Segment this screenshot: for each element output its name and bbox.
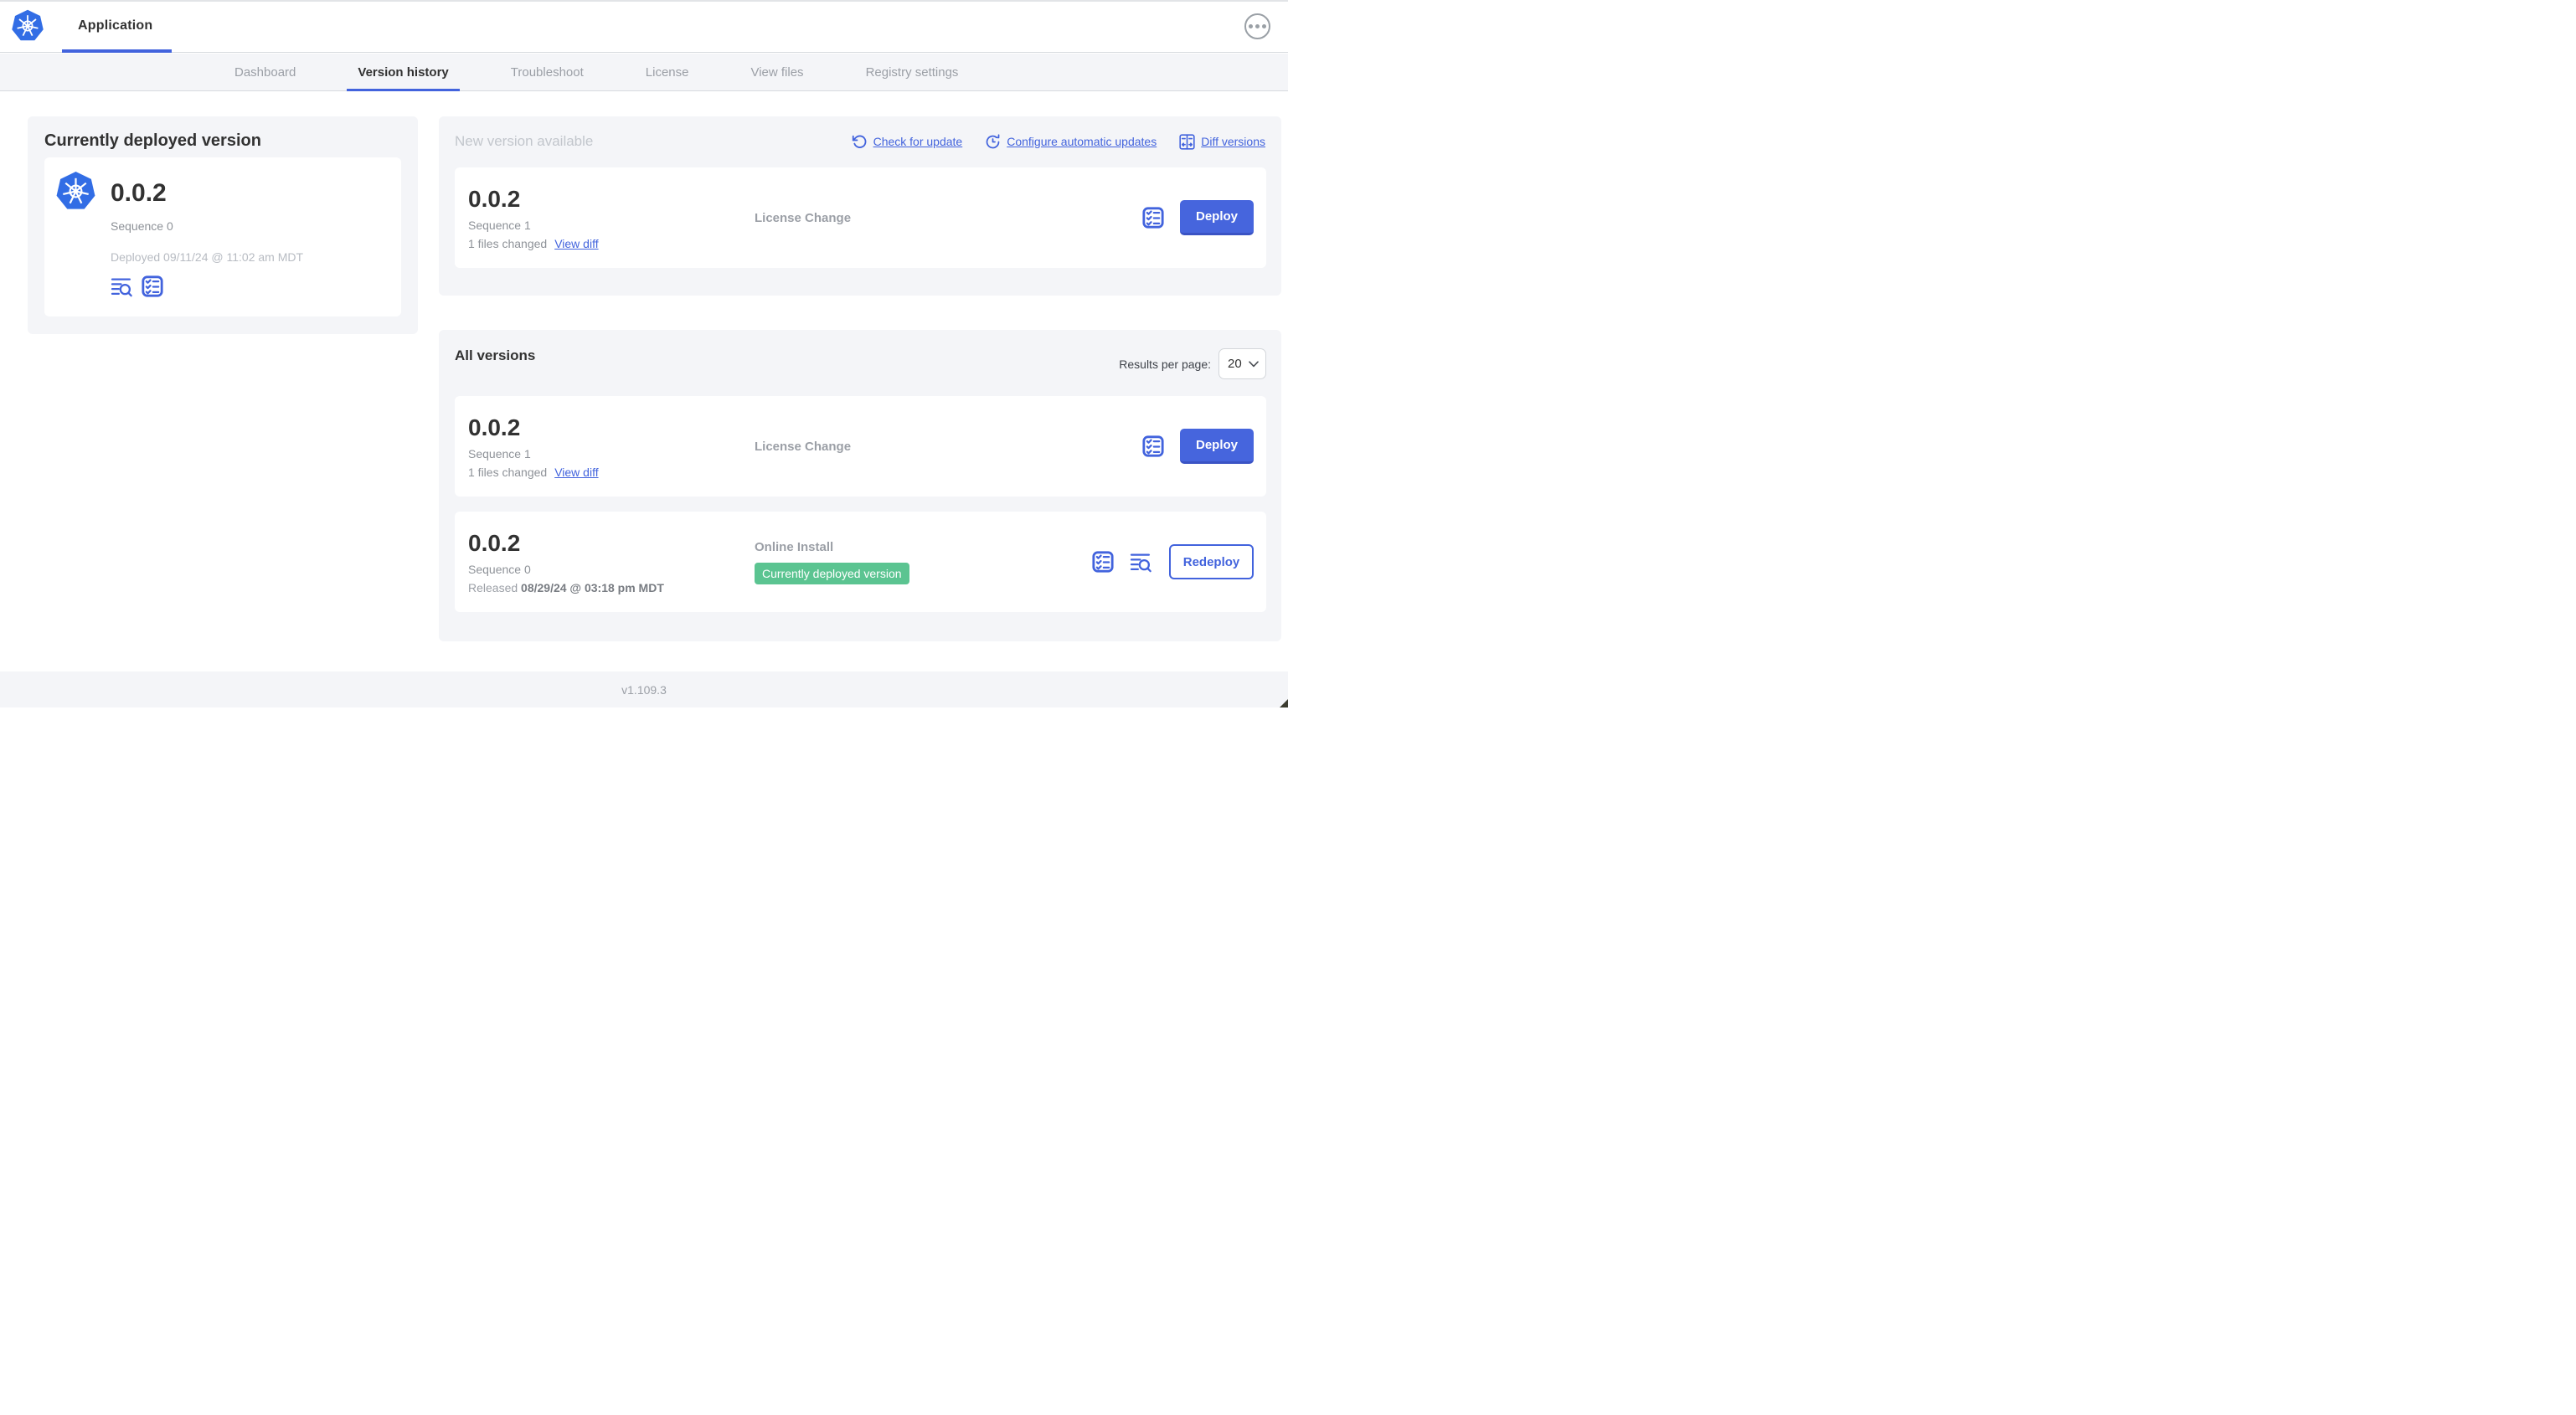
schedule-icon (986, 133, 1000, 148)
version-config-checklist-icon[interactable] (142, 275, 163, 297)
version-config-checklist-icon[interactable] (1092, 551, 1114, 573)
page-footer: v1.109.3 (0, 671, 1288, 708)
version-label: 0.0.2 (468, 414, 521, 440)
sequence-label: Sequence 1 (468, 218, 531, 232)
deploy-button[interactable]: Deploy (1180, 200, 1254, 235)
check-for-update-link[interactable]: Check for update (852, 134, 962, 150)
ellipsis-menu-icon[interactable] (1244, 13, 1270, 39)
tab-troubleshoot[interactable]: Troubleshoot (511, 54, 584, 90)
results-per-page-select[interactable]: 20 (1218, 348, 1266, 379)
sequence-label: Sequence 0 (468, 562, 531, 576)
redeploy-button[interactable]: Redeploy (1169, 544, 1254, 579)
deploy-logs-icon[interactable] (111, 276, 134, 297)
tab-dashboard[interactable]: Dashboard (234, 54, 296, 90)
sequence-label: Sequence 1 (468, 446, 531, 461)
version-label: 0.0.2 (468, 529, 521, 556)
released-timestamp: Released 08/29/24 @ 03:18 pm MDT (468, 580, 664, 594)
new-version-title: New version available (455, 133, 594, 149)
diff-versions-link[interactable]: Diff versions (1179, 133, 1265, 150)
version-label: 0.0.2 (468, 185, 521, 212)
chevron-down-icon (1249, 360, 1259, 367)
currently-deployed-badge: Currently deployed version (755, 562, 909, 584)
tab-version-history[interactable]: Version history (347, 54, 461, 91)
currently-deployed-panel: Currently deployed version 0.0.2 Sequenc… (28, 116, 418, 334)
app-title-active-underline (62, 49, 172, 53)
version-config-checklist-icon[interactable] (1142, 435, 1164, 457)
admin-console-version: v1.109.3 (621, 682, 667, 697)
all-versions-title: All versions (455, 347, 536, 363)
tab-registry-settings[interactable]: Registry settings (866, 54, 959, 90)
currently-deployed-card: 0.0.2 Sequence 0 Deployed 09/11/24 @ 11:… (44, 157, 401, 316)
app-title-tab[interactable]: Application (78, 18, 152, 33)
version-row: 0.0.2 Sequence 0 Released 08/29/24 @ 03:… (455, 512, 1266, 612)
version-source-label: License Change (755, 439, 852, 454)
diff-icon (1179, 133, 1195, 150)
version-source-label: Online Install (755, 539, 834, 554)
kubernetes-app-icon (55, 171, 96, 210)
files-changed-label: 1 files changed (468, 236, 548, 250)
all-versions-panel: All versions Results per page: 20 0.0.2 … (439, 330, 1281, 641)
deployed-version-label: 0.0.2 (111, 179, 167, 207)
kubernetes-logo-icon (11, 9, 44, 42)
files-changed-label: 1 files changed (468, 465, 548, 479)
view-diff-link[interactable]: View diff (554, 466, 598, 479)
results-per-page-label: Results per page: (1119, 357, 1211, 371)
kots-admin-version-history-page: Application Dashboard Version history Tr… (0, 0, 1288, 708)
version-row: 0.0.2 Sequence 1 1 files changed View di… (455, 396, 1266, 497)
deploy-logs-icon[interactable] (1130, 552, 1153, 573)
view-diff-link[interactable]: View diff (554, 237, 598, 250)
deployed-sequence-label: Sequence 0 (111, 219, 173, 233)
refresh-icon (852, 135, 867, 148)
configure-automatic-updates-link[interactable]: Configure automatic updates (985, 133, 1157, 150)
app-header: Application (0, 2, 1288, 53)
tab-view-files[interactable]: View files (750, 54, 803, 90)
currently-deployed-title: Currently deployed version (44, 131, 261, 150)
new-version-panel: New version available Check for update C… (439, 116, 1281, 296)
deployed-timestamp: Deployed 09/11/24 @ 11:02 am MDT (111, 250, 304, 264)
version-source-label: License Change (755, 210, 852, 225)
new-version-card: 0.0.2 Sequence 1 1 files changed View di… (455, 167, 1266, 268)
app-subnav: Dashboard Version history Troubleshoot L… (0, 54, 1288, 91)
deploy-button[interactable]: Deploy (1180, 429, 1254, 464)
tab-license[interactable]: License (646, 54, 689, 90)
cursor-artifact (1280, 699, 1288, 708)
version-config-checklist-icon[interactable] (1142, 207, 1164, 229)
